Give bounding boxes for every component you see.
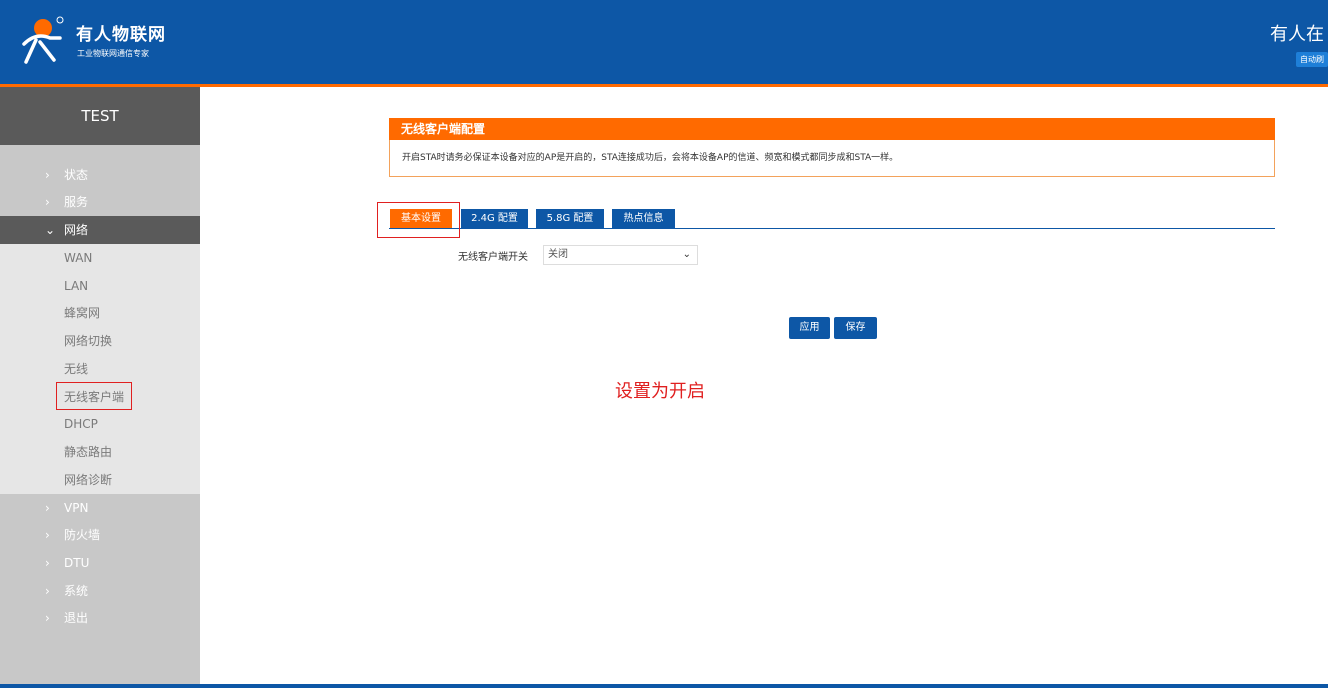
header-right-title: 有人在 <box>1270 24 1324 45</box>
auto-refresh-badge[interactable]: 自动刷 <box>1296 52 1328 67</box>
chevron-down-icon: ⌄ <box>45 223 56 237</box>
tab-2-4g-config[interactable]: 2.4G 配置 <box>461 209 528 229</box>
submenu-item-dhcp[interactable]: DHCP <box>64 410 98 438</box>
brand-name: 有人物联网 <box>76 25 166 45</box>
submenu-item-network-switch[interactable]: 网络切换 <box>64 327 112 355</box>
submenu-item-static-route[interactable]: 静态路由 <box>64 438 112 466</box>
tab-underline <box>389 228 1275 229</box>
sidebar-item-label: DTU <box>64 556 90 570</box>
panel-title: 无线客户端配置 <box>389 118 1275 140</box>
chevron-down-icon: ⌄ <box>682 249 691 260</box>
chevron-right-icon: › <box>45 611 50 625</box>
sidebar-item-dtu[interactable]: › DTU <box>0 549 200 577</box>
panel-notice: 开启STA时请务必保证本设备对应的AP是开启的，STA连接成功后，会将本设备AP… <box>389 140 1275 177</box>
sidebar-item-service[interactable]: › 服务 <box>0 188 200 216</box>
chevron-right-icon: › <box>45 556 50 570</box>
submenu-item-wan[interactable]: WAN <box>64 244 92 272</box>
tab-5-8g-config[interactable]: 5.8G 配置 <box>536 209 604 229</box>
sidebar-item-label: VPN <box>64 501 89 515</box>
chevron-right-icon: › <box>45 528 50 542</box>
sidebar-item-firewall[interactable]: › 防火墙 <box>0 521 200 549</box>
apply-button[interactable]: 应用 <box>789 317 830 339</box>
wireless-client-switch-label: 无线客户端开关 <box>458 252 528 263</box>
top-header: 有人物联网 工业物联网通信专家 有人在 自动刷 <box>0 0 1328 84</box>
brand-slogan: 工业物联网通信专家 <box>77 49 149 58</box>
sidebar-item-label: 防火墙 <box>64 528 101 542</box>
chevron-right-icon: › <box>45 501 50 515</box>
sidebar-item-label: 退出 <box>64 611 89 625</box>
sidebar-item-logout[interactable]: › 退出 <box>0 604 200 632</box>
submenu-item-lan[interactable]: LAN <box>64 272 88 300</box>
tab-hotspot-info[interactable]: 热点信息 <box>612 209 675 229</box>
basic-settings-highlight-box <box>377 202 460 238</box>
sidebar-item-label: 状态 <box>64 168 89 182</box>
sidebar-item-network[interactable]: ⌄ 网络 <box>0 216 200 244</box>
submenu-item-diagnostics[interactable]: 网络诊断 <box>64 466 112 494</box>
wireless-client-switch-select[interactable]: 关闭 ⌄ <box>543 245 698 265</box>
sidebar-item-status[interactable]: › 状态 <box>0 161 200 189</box>
usr-logo-icon <box>22 16 64 64</box>
chevron-right-icon: › <box>45 584 50 598</box>
sidebar-item-vpn[interactable]: › VPN <box>0 494 200 522</box>
sidebar-item-label: 服务 <box>64 195 89 209</box>
sidebar-item-system[interactable]: › 系统 <box>0 577 200 605</box>
select-value: 关闭 <box>548 249 568 260</box>
save-button[interactable]: 保存 <box>834 317 877 339</box>
sidebar-item-label: 系统 <box>64 584 89 598</box>
chevron-right-icon: › <box>45 168 50 182</box>
wireless-client-highlight-box <box>56 382 132 410</box>
submenu-item-wireless[interactable]: 无线 <box>64 355 88 383</box>
sidebar-item-label: 网络 <box>64 223 89 237</box>
instruction-annotation: 设置为开启 <box>615 381 705 402</box>
device-name: TEST <box>0 87 200 145</box>
submenu-item-cellular[interactable]: 蜂窝网 <box>64 299 100 327</box>
chevron-right-icon: › <box>45 195 50 209</box>
bottom-bar <box>0 684 1328 688</box>
